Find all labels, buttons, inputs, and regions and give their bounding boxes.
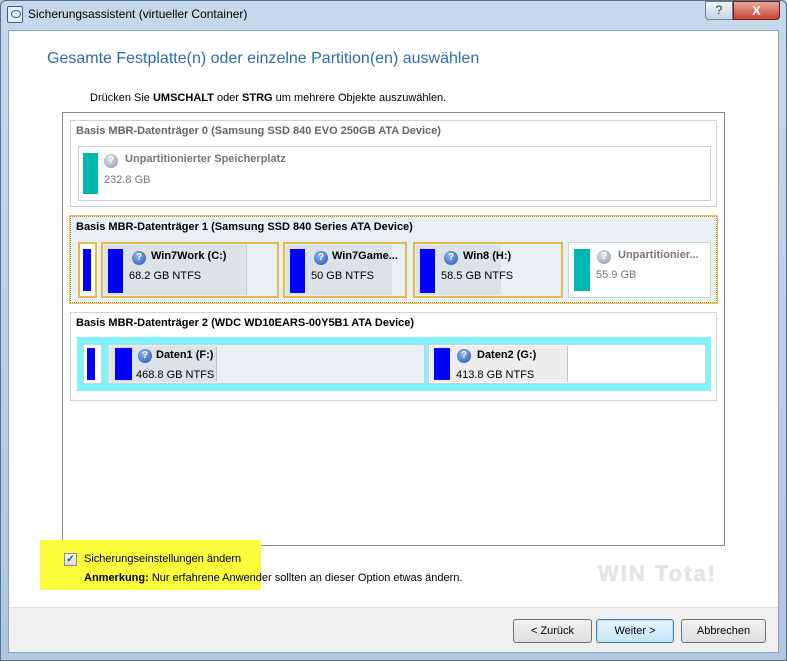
question-icon: ?	[104, 154, 118, 168]
page-title: Gesamte Festplatte(n) oder einzelne Part…	[47, 50, 480, 67]
partition-size: 468.8 GB NTFS	[136, 369, 215, 381]
settings-checkbox[interactable]: ✓	[64, 553, 77, 566]
partition-size: 413.8 GB NTFS	[456, 369, 535, 381]
note-label: Anmerkung:	[84, 572, 149, 584]
partition-size: 55.9 GB	[596, 269, 637, 281]
partition-size: 232.8 GB	[104, 174, 151, 186]
close-button[interactable]: X	[733, 1, 780, 20]
instr-post: um mehrere Objekte auszuwählen.	[272, 92, 447, 104]
partition-name: Unpartitionier...	[618, 249, 699, 261]
question-icon: ?	[597, 250, 611, 264]
key-ctrl: STRG	[242, 92, 273, 104]
partition-name: Daten2 (G:)	[477, 349, 537, 361]
partition-small[interactable]	[83, 344, 102, 384]
disk-0[interactable]: Basis MBR-Datenträger 0 (Samsung SSD 840…	[70, 120, 717, 207]
extended-partition[interactable]: ? Daten1 (F:) 468.8 GB NTFS ? Daten2 (G:…	[77, 337, 711, 391]
disk-header: Basis MBR-Datenträger 0 (Samsung SSD 840…	[76, 125, 441, 137]
next-button[interactable]: Weiter >	[596, 619, 674, 643]
partition-size: 50 GB NTFS	[311, 270, 374, 282]
partition-bar	[434, 348, 450, 380]
partition-win7work[interactable]: ? Win7Work (C:) 68.2 GB NTFS	[101, 242, 279, 298]
question-icon: ?	[132, 251, 146, 265]
instr-pre: Drücken Sie	[90, 92, 153, 104]
disk-header: Basis MBR-Datenträger 1 (Samsung SSD 840…	[76, 221, 413, 233]
disk-header: Basis MBR-Datenträger 2 (WDC WD10EARS-00…	[76, 317, 415, 329]
partition-size: 68.2 GB NTFS	[129, 270, 202, 282]
disk-1[interactable]: Basis MBR-Datenträger 1 (Samsung SSD 840…	[70, 216, 717, 303]
question-icon: ?	[457, 349, 471, 363]
unallocated-bar	[83, 153, 98, 194]
partition-name: Win7Game...	[332, 250, 398, 262]
partition-name: Daten1 (F:)	[156, 349, 214, 361]
back-button[interactable]: < Zurück	[513, 619, 592, 643]
question-icon: ?	[444, 251, 458, 265]
note-body: Nur erfahrene Anwender sollten an dieser…	[148, 572, 463, 584]
note-text: Anmerkung: Nur erfahrene Anwender sollte…	[84, 572, 462, 584]
partition-bar	[108, 249, 123, 293]
partition-bar	[83, 249, 91, 291]
partition-win8[interactable]: ? Win8 (H:) 58.5 GB NTFS	[413, 242, 563, 298]
partition-name: Win8 (H:)	[463, 250, 512, 262]
instruction-text: Drücken Sie UMSCHALT oder STRG um mehrer…	[90, 92, 446, 104]
partition-daten2[interactable]: ? Daten2 (G:) 413.8 GB NTFS	[428, 344, 706, 384]
partition-name: Win7Work (C:)	[151, 250, 227, 262]
key-shift: UMSCHALT	[152, 92, 214, 104]
unallocated-bar	[574, 249, 590, 291]
partition-system[interactable]	[78, 242, 97, 298]
window-title: Sicherungsassistent (virtueller Containe…	[28, 7, 248, 21]
question-icon: ?	[314, 251, 328, 265]
watermark-logo: WIN Tota!	[598, 561, 718, 586]
partition-daten1[interactable]: ? Daten1 (F:) 468.8 GB NTFS	[108, 344, 425, 384]
partition-bar	[87, 348, 95, 380]
question-icon: ?	[138, 349, 152, 363]
disk-2[interactable]: Basis MBR-Datenträger 2 (WDC WD10EARS-00…	[70, 312, 717, 401]
partition-unallocated[interactable]: ? Unpartitionier... 55.9 GB	[568, 242, 711, 298]
partition-bar	[420, 249, 435, 293]
instr-mid: oder	[213, 92, 243, 104]
help-button[interactable]: ?	[705, 1, 733, 20]
app-icon	[7, 6, 23, 23]
partition-size: 58.5 GB NTFS	[441, 270, 514, 282]
partition-unallocated[interactable]: ? Unpartitionierter Speicherplatz 232.8 …	[78, 146, 711, 201]
cancel-button[interactable]: Abbrechen	[681, 619, 766, 643]
partition-bar	[115, 348, 132, 380]
partition-bar	[290, 249, 305, 293]
settings-checkbox-label[interactable]: Sicherungseinstellungen ändern	[84, 553, 241, 565]
partition-win7game[interactable]: ? Win7Game... 50 GB NTFS	[283, 242, 407, 298]
partition-name: Unpartitionierter Speicherplatz	[125, 153, 286, 165]
